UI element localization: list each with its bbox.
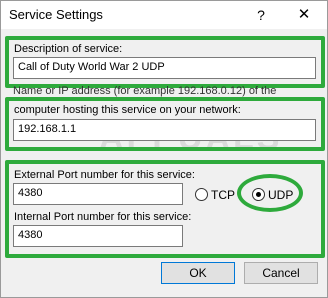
cancel-button[interactable]: Cancel [244, 262, 318, 284]
internal-port-label: Internal Port number for this service: [14, 211, 192, 223]
description-label: Description of service: [14, 43, 123, 55]
udp-radio[interactable] [252, 188, 265, 201]
dialog-title: Service Settings [9, 7, 103, 22]
description-input[interactable]: Call of Duty World War 2 UDP [13, 57, 316, 79]
udp-label[interactable]: UDP [268, 188, 293, 202]
host-label: computer hosting this service on your ne… [14, 104, 241, 116]
close-button[interactable]: ✕ [291, 4, 317, 26]
tcp-label[interactable]: TCP [211, 188, 235, 202]
external-port-input[interactable]: 4380 [13, 183, 183, 205]
host-hint-label: Name or IP address (for example 192.168.… [13, 85, 277, 97]
host-ip-input[interactable]: 192.168.1.1 [13, 119, 316, 141]
internal-port-input[interactable]: 4380 [13, 225, 183, 247]
title-bar: Service Settings ? ✕ [1, 1, 327, 29]
ok-button[interactable]: OK [161, 262, 235, 284]
tcp-radio[interactable] [195, 188, 208, 201]
external-port-label: External Port number for this service: [14, 169, 195, 181]
help-button[interactable]: ? [249, 4, 273, 26]
service-settings-dialog: Service Settings ? ✕ APPUALS Description… [0, 0, 328, 298]
